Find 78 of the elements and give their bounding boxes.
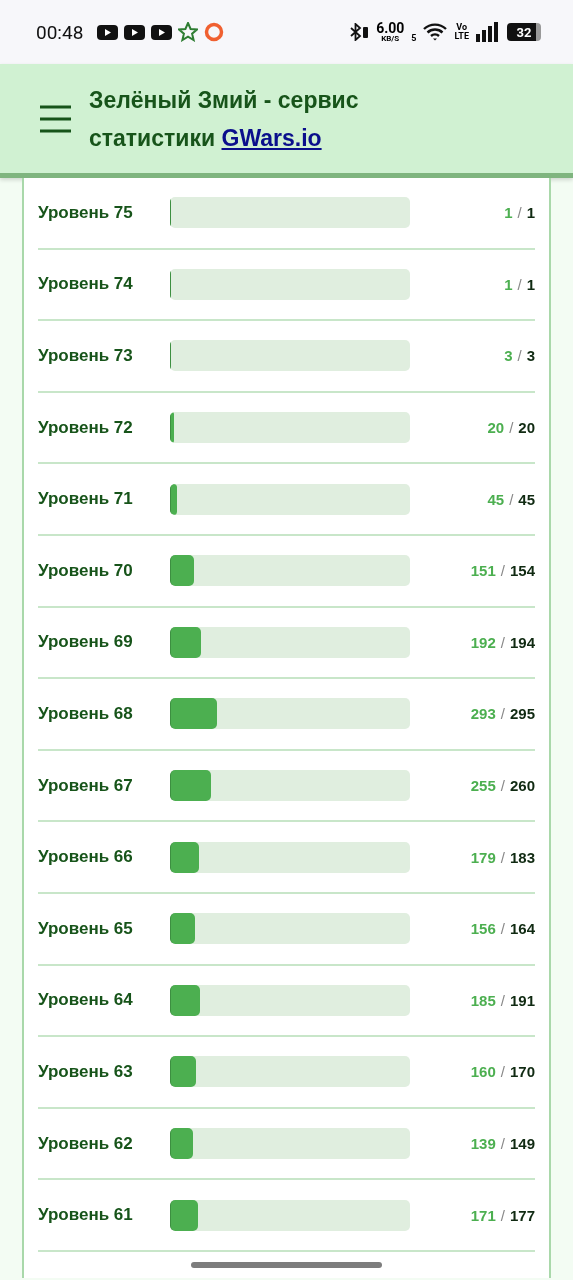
count-value: 20 bbox=[487, 419, 505, 437]
level-label: Уровень 70 bbox=[38, 560, 134, 581]
total-value: 1 bbox=[526, 204, 535, 222]
total-value: 194 bbox=[509, 633, 535, 651]
total-value: 164 bbox=[509, 920, 535, 938]
separator-slash: / bbox=[500, 705, 505, 723]
level-label: Уровень 62 bbox=[38, 1133, 134, 1154]
count-value: 1 bbox=[504, 204, 513, 222]
level-label: Уровень 63 bbox=[38, 1061, 134, 1082]
level-label: Уровень 71 bbox=[38, 489, 134, 510]
site-link[interactable]: GWars.io bbox=[221, 124, 322, 151]
ring-icon bbox=[204, 22, 225, 42]
separator-slash: / bbox=[509, 419, 514, 437]
total-value: 149 bbox=[509, 1135, 535, 1152]
separator-slash: / bbox=[500, 1206, 505, 1224]
level-label: Уровень 69 bbox=[38, 632, 134, 653]
video-play-icon bbox=[124, 24, 146, 40]
level-label: Уровень 65 bbox=[38, 918, 134, 939]
star-icon bbox=[178, 22, 199, 42]
separator-slash: / bbox=[517, 275, 522, 293]
separator-slash: / bbox=[509, 490, 514, 508]
count-value: 156 bbox=[470, 920, 496, 938]
total-value: 295 bbox=[509, 705, 535, 723]
total-value: 154 bbox=[509, 562, 535, 580]
total-value: 260 bbox=[509, 777, 535, 795]
count-value: 255 bbox=[470, 777, 496, 795]
total-value: 177 bbox=[509, 1206, 535, 1224]
total-value: 45 bbox=[518, 490, 535, 508]
separator-slash: / bbox=[517, 204, 522, 222]
signal-icon bbox=[476, 22, 500, 42]
level-label: Уровень 72 bbox=[38, 417, 134, 438]
count-value: 3 bbox=[504, 347, 513, 365]
lte-label: LTE bbox=[454, 32, 469, 41]
total-value: 170 bbox=[509, 1063, 535, 1081]
total-value: 191 bbox=[509, 991, 535, 1009]
total-value: 20 bbox=[518, 419, 535, 437]
level-label: Уровень 74 bbox=[38, 274, 134, 295]
wifi-icon bbox=[423, 23, 448, 41]
separator-slash: / bbox=[500, 920, 505, 938]
volte-label: Vo bbox=[456, 23, 468, 32]
battery-level: 32 bbox=[507, 23, 541, 41]
level-label: Уровень 66 bbox=[38, 847, 134, 868]
level-label: Уровень 73 bbox=[38, 346, 134, 366]
separator-slash: / bbox=[500, 848, 505, 866]
clock-time: 00:48 bbox=[36, 20, 84, 44]
bluetooth-icon bbox=[349, 23, 370, 41]
video-play-icon bbox=[151, 24, 173, 40]
total-value: 183 bbox=[509, 848, 535, 866]
menu-icon[interactable] bbox=[40, 104, 71, 133]
count-value: 151 bbox=[470, 562, 496, 580]
level-label: Уровень 61 bbox=[38, 1205, 134, 1226]
network-speed: 6.00 bbox=[376, 21, 405, 35]
count-value: 45 bbox=[487, 490, 505, 508]
level-label: Уровень 64 bbox=[38, 990, 134, 1011]
site-title: Зелёный Змий - сервис статистики GWars.io bbox=[89, 85, 360, 153]
count-value: 171 bbox=[470, 1206, 496, 1224]
separator-slash: / bbox=[500, 562, 505, 580]
total-value: 3 bbox=[526, 347, 535, 365]
count-value: 139 bbox=[470, 1135, 496, 1152]
level-label: Уровень 68 bbox=[38, 703, 134, 724]
separator-slash: / bbox=[500, 633, 505, 651]
separator-slash: / bbox=[500, 1063, 505, 1081]
count-value: 1 bbox=[504, 275, 513, 293]
separator-slash: / bbox=[517, 347, 522, 365]
count-value: 160 bbox=[470, 1063, 496, 1081]
wifi-band-label: 5 bbox=[411, 33, 417, 43]
level-label: Уровень 67 bbox=[38, 775, 134, 796]
count-value: 179 bbox=[470, 848, 496, 866]
count-value: 185 bbox=[470, 991, 496, 1009]
separator-slash: / bbox=[500, 991, 505, 1009]
level-label: Уровень 75 bbox=[38, 202, 134, 223]
separator-slash: / bbox=[500, 1135, 505, 1152]
count-value: 192 bbox=[470, 633, 496, 651]
separator-slash: / bbox=[500, 777, 505, 795]
speed-unit: KB/S bbox=[381, 35, 400, 43]
count-value: 293 bbox=[470, 705, 496, 723]
video-play-icon bbox=[97, 24, 119, 40]
total-value: 1 bbox=[526, 275, 535, 293]
